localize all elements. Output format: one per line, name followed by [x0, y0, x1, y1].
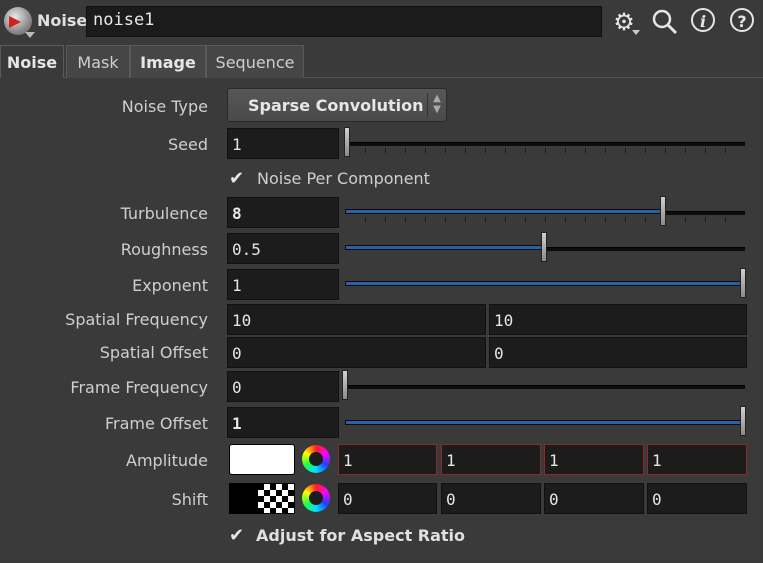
tab-mask[interactable]: Mask — [66, 45, 130, 78]
search-icon[interactable] — [651, 8, 679, 36]
noise-per-component-checkbox[interactable]: ✔ — [229, 170, 246, 188]
shift-b-field[interactable]: 0 — [544, 483, 644, 514]
spatial-offset-y-field[interactable]: 0 — [489, 337, 747, 368]
adjust-aspect-checkbox[interactable]: ✔ — [229, 527, 246, 545]
turbulence-slider-handle[interactable] — [660, 196, 666, 226]
exponent-slider-handle[interactable] — [740, 268, 746, 298]
shift-g-field[interactable]: 0 — [441, 483, 541, 514]
tab-image[interactable]: Image — [130, 45, 206, 78]
exponent-field[interactable]: 1 — [227, 269, 339, 300]
frame-offset-field[interactable]: 1 — [227, 407, 339, 438]
tab-noise[interactable]: Noise — [0, 45, 64, 78]
shift-a-field[interactable]: 0 — [647, 483, 747, 514]
amplitude-b-field[interactable]: 1 — [544, 444, 644, 475]
frame-frequency-label: Frame Frequency — [70, 378, 208, 397]
node-name-field[interactable]: noise1 — [86, 6, 602, 37]
amplitude-color-wheel-icon[interactable] — [302, 445, 330, 473]
exponent-slider-fill[interactable] — [345, 281, 743, 286]
spatial-frequency-y-field[interactable]: 10 — [489, 304, 747, 335]
amplitude-a-field[interactable]: 1 — [647, 444, 747, 475]
roughness-label: Roughness — [120, 240, 208, 259]
roughness-slider-fill[interactable] — [345, 245, 543, 250]
shift-r-field[interactable]: 0 — [338, 483, 437, 514]
seed-field[interactable]: 1 — [227, 128, 339, 159]
frame-offset-slider-fill[interactable] — [345, 420, 743, 425]
turbulence-slider-fill[interactable] — [345, 209, 663, 214]
gear-menu-arrow-icon[interactable] — [632, 30, 640, 35]
turbulence-slider-track[interactable] — [663, 211, 745, 215]
spatial-frequency-x-field[interactable]: 10 — [227, 304, 486, 335]
noise-type-value: Sparse Convolution — [248, 96, 424, 115]
tab-bar: Noise Mask Image Sequence — [0, 45, 763, 78]
node-icon[interactable] — [4, 7, 35, 38]
parameter-header: Noise noise1 ⚙ i ? — [0, 0, 763, 44]
spatial-offset-x-field[interactable]: 0 — [227, 337, 486, 368]
noise-type-menu[interactable]: Sparse Convolution ▲ ▼ — [227, 88, 447, 122]
amplitude-r-field[interactable]: 1 — [338, 444, 437, 475]
seed-slider-ticks — [345, 148, 745, 154]
help-icon[interactable]: ? — [730, 8, 754, 32]
shift-color-swatch[interactable] — [229, 483, 295, 514]
frame-offset-slider-handle[interactable] — [740, 406, 746, 436]
amplitude-color-swatch[interactable] — [229, 444, 295, 475]
turbulence-slider-ticks — [345, 217, 745, 223]
turbulence-field[interactable]: 8 — [227, 197, 339, 228]
roughness-slider-track[interactable] — [543, 247, 745, 251]
spatial-offset-label: Spatial Offset — [99, 343, 208, 362]
node-type-label: Noise — [37, 11, 88, 30]
frame-frequency-slider-track[interactable] — [345, 385, 745, 389]
spatial-frequency-label: Spatial Frequency — [65, 310, 208, 329]
frame-frequency-field[interactable]: 0 — [227, 371, 339, 402]
adjust-aspect-label: Adjust for Aspect Ratio — [256, 526, 466, 545]
checker-pattern-icon — [258, 484, 294, 513]
seed-label: Seed — [168, 135, 208, 154]
shift-label: Shift — [171, 490, 208, 509]
dropdown-arrows-icon: ▲ ▼ — [427, 93, 446, 117]
amplitude-label: Amplitude — [126, 451, 208, 470]
turbulence-label: Turbulence — [120, 204, 208, 223]
frame-frequency-slider-handle[interactable] — [342, 370, 348, 400]
noise-type-label: Noise Type — [121, 97, 208, 116]
roughness-slider-handle[interactable] — [541, 232, 547, 262]
shift-color-wheel-icon[interactable] — [302, 484, 330, 512]
amplitude-g-field[interactable]: 1 — [441, 444, 541, 475]
roughness-field[interactable]: 0.5 — [227, 233, 339, 264]
noise-per-component-label: Noise Per Component — [257, 169, 430, 188]
info-icon[interactable]: i — [691, 8, 715, 32]
seed-slider-track[interactable] — [345, 142, 745, 146]
seed-slider-handle[interactable] — [344, 127, 350, 157]
tab-sequence[interactable]: Sequence — [206, 45, 304, 78]
frame-offset-label: Frame Offset — [104, 414, 208, 433]
exponent-label: Exponent — [132, 276, 208, 295]
